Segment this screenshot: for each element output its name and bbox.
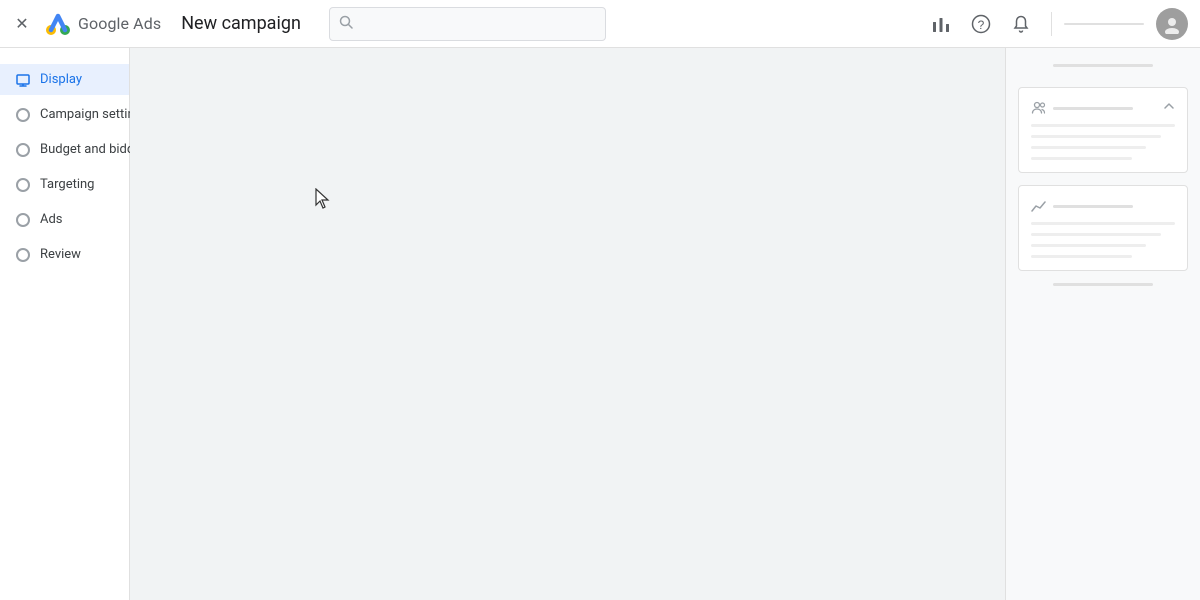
sidebar-radio-campaign-settings (16, 108, 30, 122)
chevron-up-icon[interactable] (1163, 100, 1175, 116)
top-nav: ✕ Google Ads New campaign (0, 0, 1200, 48)
google-ads-logo-icon (44, 10, 72, 38)
panel-card-2 (1018, 185, 1188, 271)
sidebar-item-campaign-settings[interactable]: Campaign settings (0, 99, 129, 130)
panel-card-1-title-line (1053, 107, 1133, 110)
panel-card-2-icon-row (1031, 198, 1133, 214)
sidebar-radio-targeting (16, 178, 30, 192)
sidebar-radio-review (16, 248, 30, 262)
sidebar-item-display[interactable]: Display (0, 64, 129, 95)
panel-card-1-line-4 (1031, 157, 1132, 160)
sidebar-item-review-label: Review (40, 247, 81, 262)
panel-card-2-line-3 (1031, 244, 1146, 247)
panel-card-1-line-1 (1031, 124, 1175, 127)
display-icon (16, 73, 30, 87)
sidebar-radio-ads (16, 213, 30, 227)
notification-icon-btn[interactable] (1003, 6, 1039, 42)
panel-top-line (1053, 64, 1153, 67)
sidebar-item-display-label: Display (40, 72, 82, 87)
sidebar-item-budget-and-bidding[interactable]: Budget and bidding (0, 134, 129, 165)
search-bar (329, 7, 606, 41)
chart-icon (1031, 198, 1047, 214)
avatar[interactable] (1156, 8, 1188, 40)
panel-card-2-line-4 (1031, 255, 1132, 258)
sidebar-item-ads[interactable]: Ads (0, 204, 129, 235)
nav-actions: ? (923, 6, 1188, 42)
sidebar-item-targeting[interactable]: Targeting (0, 169, 129, 200)
page-title: New campaign (181, 13, 301, 34)
google-ads-logo: Google Ads (44, 10, 161, 38)
panel-card-1-line-2 (1031, 135, 1161, 138)
svg-text:?: ? (978, 18, 985, 32)
sidebar-item-targeting-label: Targeting (40, 177, 94, 192)
cursor-indicator (315, 188, 333, 214)
panel-card-2-header (1031, 198, 1175, 214)
nav-divider (1051, 12, 1052, 36)
content-area (130, 48, 1005, 600)
performance-icon-btn[interactable] (923, 6, 959, 42)
main-layout: Display Campaign settings Budget and bid… (0, 48, 1200, 600)
panel-card-1-header (1031, 100, 1175, 116)
panel-card-2-line-2 (1031, 233, 1161, 236)
sidebar-item-ads-label: Ads (40, 212, 63, 227)
profile-name-placeholder (1064, 23, 1144, 25)
sidebar: Display Campaign settings Budget and bid… (0, 48, 130, 600)
right-panel (1005, 48, 1200, 600)
people-icon (1031, 100, 1047, 116)
close-icon[interactable]: ✕ (12, 14, 32, 34)
panel-bottom-line (1053, 283, 1153, 286)
google-ads-text: Google Ads (78, 14, 161, 33)
search-input[interactable] (329, 7, 606, 41)
sidebar-radio-budget-and-bidding (16, 143, 30, 157)
help-icon-btn[interactable]: ? (963, 6, 999, 42)
panel-card-1-icon-row (1031, 100, 1133, 116)
panel-card-2-line-1 (1031, 222, 1175, 225)
panel-card-1 (1018, 87, 1188, 173)
panel-card-1-line-3 (1031, 146, 1146, 149)
panel-card-2-title-line (1053, 205, 1133, 208)
sidebar-item-review[interactable]: Review (0, 239, 129, 270)
